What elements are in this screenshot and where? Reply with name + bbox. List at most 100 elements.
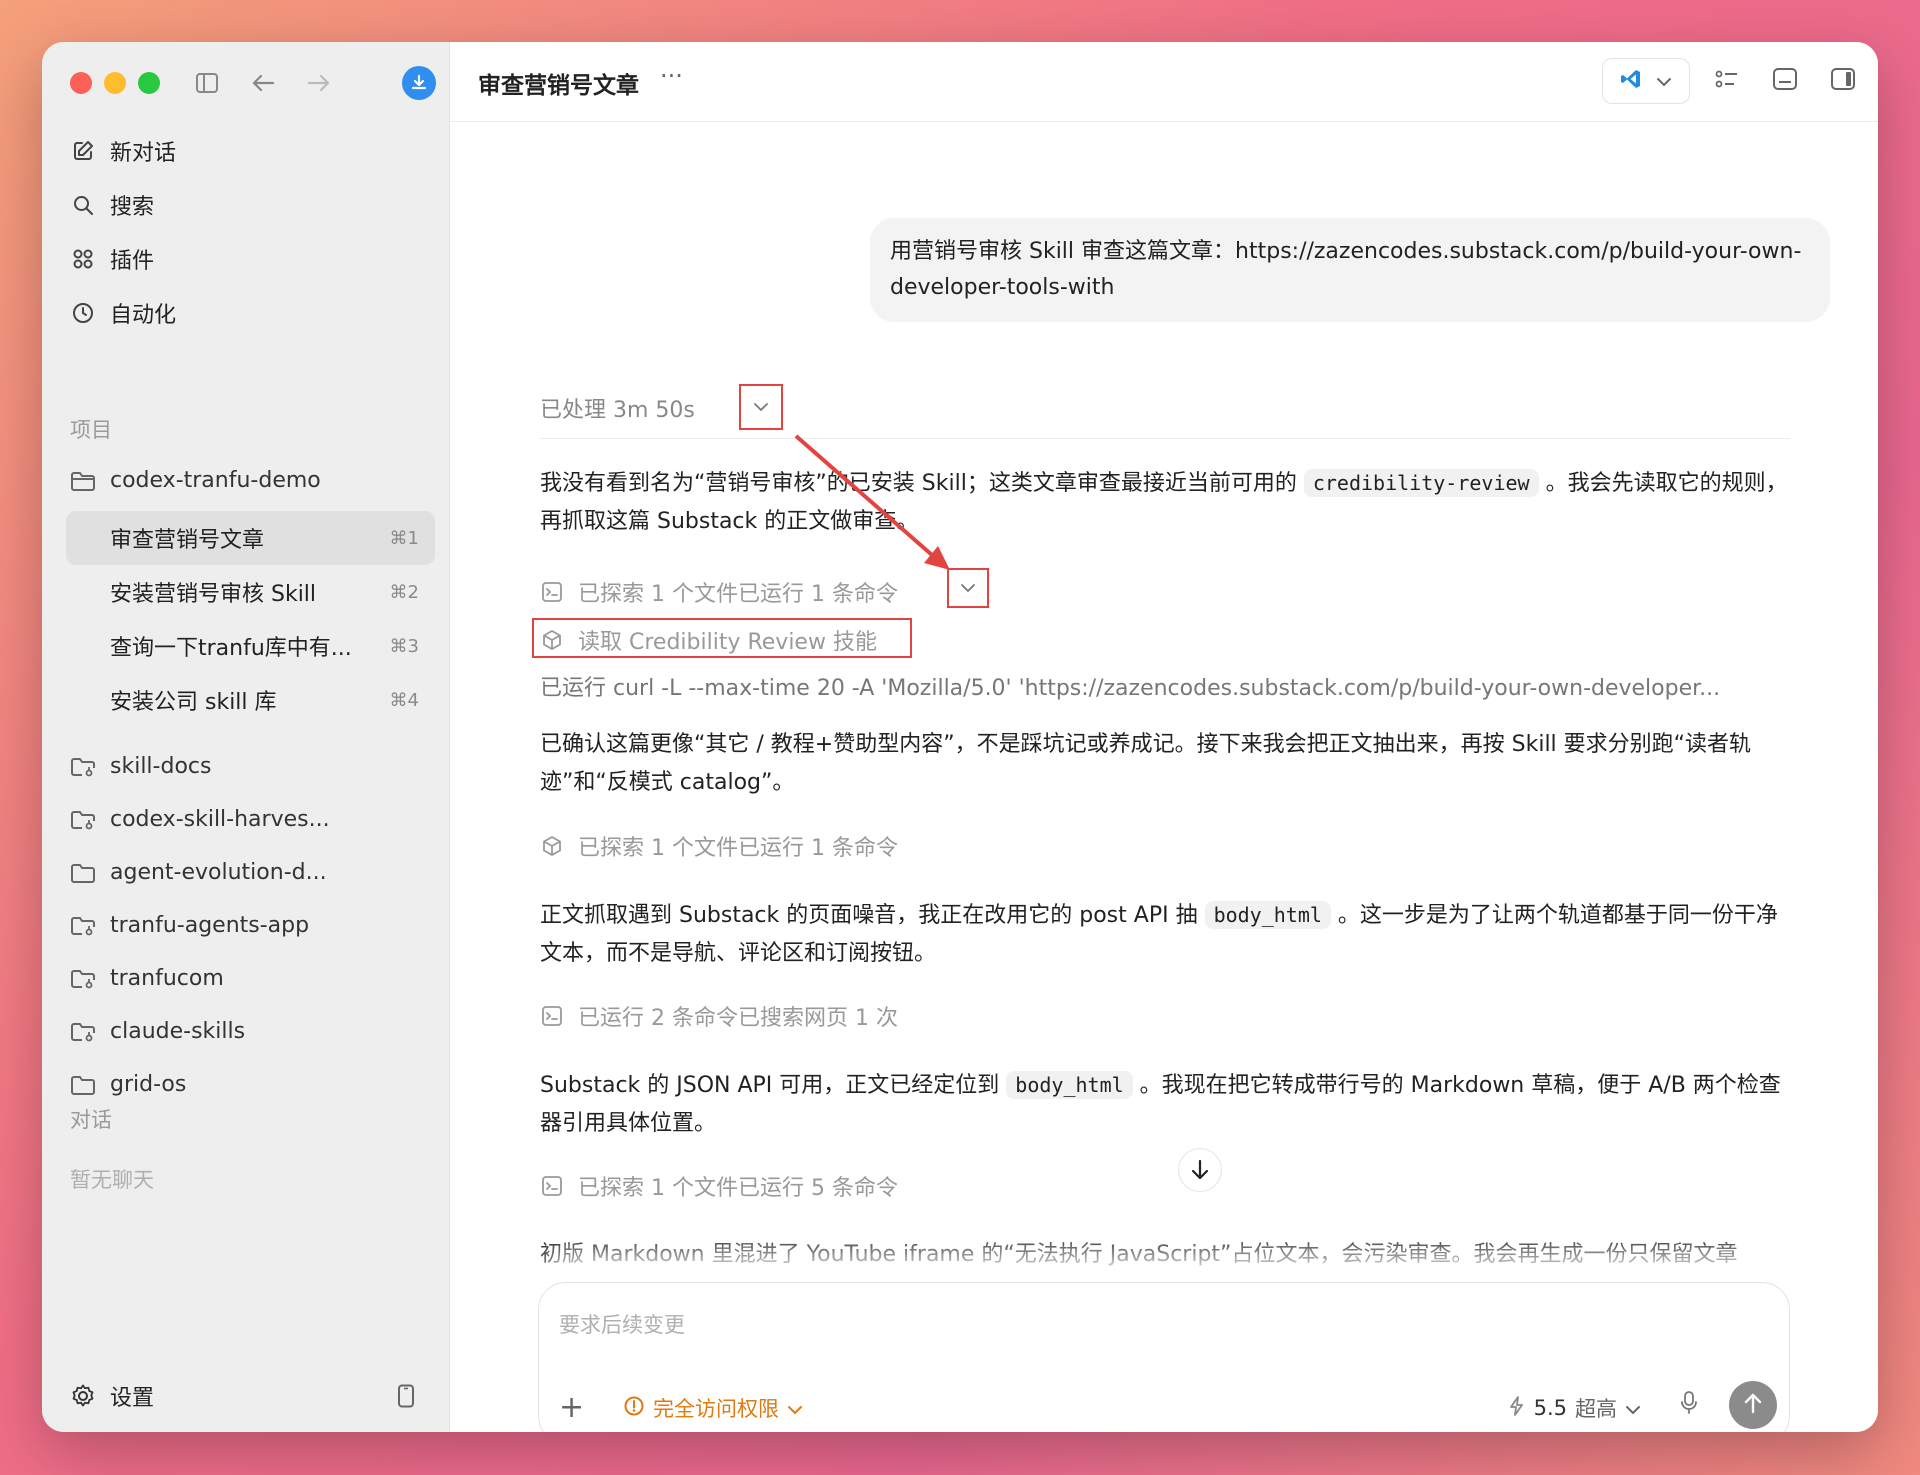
terminal-icon xyxy=(540,1174,564,1198)
conversation-area: 用营销号审核 Skill 审查这篇文章：https://zazencodes.s… xyxy=(450,122,1878,1432)
plugins-label: 插件 xyxy=(110,249,155,274)
user-message: 用营销号审核 Skill 审查这篇文章：https://zazencodes.s… xyxy=(870,218,1830,322)
step-summary-2[interactable]: 已探索 1 个文件已运行 1 条命令 xyxy=(540,830,898,862)
chat-item-4[interactable]: 安装公司 skill 库 ⌘4 xyxy=(66,673,435,727)
chat-item-3[interactable]: 查询一下tranfu库中有... ⌘3 xyxy=(66,619,435,673)
chevron-down-icon xyxy=(1625,1396,1641,1420)
project-tranfu-agents-app[interactable]: tranfu-agents-app xyxy=(66,899,435,952)
automation-item[interactable]: 自动化 xyxy=(66,286,435,340)
chat-shortcut: ⌘1 xyxy=(389,527,419,549)
composer-input[interactable]: 要求后续变更 xyxy=(559,1309,685,1339)
step-summary-4[interactable]: 已探索 1 个文件已运行 5 条命令 xyxy=(540,1170,898,1202)
folder-git-icon xyxy=(70,807,96,833)
no-chats-label: 暂无聊天 xyxy=(70,1168,154,1192)
project-tranfucom[interactable]: tranfucom xyxy=(66,952,435,1005)
app-window: 新对话 搜索 插件 自动化 项目 codex-tranfu-demo 审查营销号… xyxy=(42,42,1878,1432)
chat-item-label: 查询一下tranfu库中有... xyxy=(110,636,352,661)
project-label: skill-docs xyxy=(110,754,212,779)
main-panel: 审查营销号文章 ··· 用营销号审核 Skill 审查这篇文章：https://… xyxy=(450,42,1878,1432)
model-selector[interactable]: 5.5 超高 xyxy=(1508,1393,1641,1423)
project-codex-tranfu-demo[interactable]: codex-tranfu-demo xyxy=(66,454,435,507)
scroll-to-bottom-button[interactable] xyxy=(1178,1148,1222,1192)
project-label: grid-os xyxy=(110,1072,187,1097)
project-agent-evolution[interactable]: agent-evolution-d... xyxy=(66,846,435,899)
plugins-item[interactable]: 插件 xyxy=(66,232,435,286)
zoom-window-button[interactable] xyxy=(138,72,160,94)
inline-code: credibility-review xyxy=(1303,469,1539,497)
phone-icon[interactable] xyxy=(391,1381,421,1411)
assistant-paragraph-5: 初版 Markdown 里混进了 YouTube iframe 的“无法执行 J… xyxy=(540,1242,1738,1267)
back-arrow-icon[interactable] xyxy=(248,68,278,98)
chat-item-1[interactable]: 审查营销号文章 ⌘1 xyxy=(66,511,435,565)
minimize-window-button[interactable] xyxy=(104,72,126,94)
permission-label: 完全访问权限 xyxy=(653,1397,779,1421)
chat-item-label: 安装营销号审核 Skill xyxy=(110,582,317,607)
folder-icon xyxy=(70,860,96,886)
step-summary-3[interactable]: 已运行 2 条命令已搜索网页 1 次 xyxy=(540,1000,898,1032)
terminal-icon xyxy=(540,1004,564,1028)
chevron-down-icon xyxy=(787,1396,803,1420)
edit-icon xyxy=(70,138,96,164)
project-label: tranfucom xyxy=(110,966,224,991)
warning-icon xyxy=(623,1395,645,1422)
folder-icon xyxy=(70,1072,96,1098)
sidebar-footer: 设置 xyxy=(70,1380,421,1412)
assistant-paragraph-4: Substack 的 JSON API 可用，正文已经定位到 body_html… xyxy=(540,1066,1790,1143)
paragraph-text: 我没有看到名为“营销号审核”的已安装 Skill；这类文章审查最接近当前可用的 xyxy=(540,471,1304,496)
chat-shortcut: ⌘3 xyxy=(389,635,419,657)
bottom-panel-icon[interactable] xyxy=(1770,64,1800,94)
window-controls xyxy=(70,72,160,94)
divider xyxy=(540,438,1790,439)
command-line[interactable]: 已运行 curl -L --max-time 20 -A 'Mozilla/5.… xyxy=(540,670,1720,702)
expand-step-button[interactable] xyxy=(947,568,989,608)
chat-item-2[interactable]: 安装营销号审核 Skill ⌘2 xyxy=(66,565,435,619)
other-projects-list: skill-docs codex-skill-harves... agent-e… xyxy=(66,740,435,1111)
add-attachment-button[interactable]: + xyxy=(559,1393,584,1423)
project-codex-skill-harves[interactable]: codex-skill-harves... xyxy=(66,793,435,846)
automation-label: 自动化 xyxy=(110,303,177,328)
page-title: 审查营销号文章 xyxy=(478,73,639,99)
project-label: codex-skill-harves... xyxy=(110,807,330,832)
settings-button[interactable]: 设置 xyxy=(70,1380,154,1412)
top-bar: 审查营销号文章 ··· xyxy=(450,42,1878,122)
search-item[interactable]: 搜索 xyxy=(66,178,435,232)
sidebar-toggle-icon[interactable] xyxy=(192,68,222,98)
new-chat-item[interactable]: 新对话 xyxy=(66,124,435,178)
paragraph-text: 正文抓取遇到 Substack 的页面噪音，我正在改用它的 post API 抽 xyxy=(540,903,1205,928)
permission-selector[interactable]: 完全访问权限 xyxy=(623,1393,803,1423)
forward-arrow-icon[interactable] xyxy=(304,68,334,98)
checklist-icon[interactable] xyxy=(1712,64,1742,94)
vscode-icon xyxy=(1620,68,1642,94)
project-label: tranfu-agents-app xyxy=(110,913,310,938)
assistant-paragraph-2: 已确认这篇更像“其它 / 教程+赞助型内容”，不是踩坑记或养成记。接下来我会把正… xyxy=(540,732,1752,795)
project-label: codex-tranfu-demo xyxy=(110,468,321,493)
step-summary-1[interactable]: 已探索 1 个文件已运行 1 条命令 xyxy=(540,576,898,608)
search-label: 搜索 xyxy=(110,195,155,220)
lightning-icon xyxy=(1508,1395,1526,1422)
clock-icon xyxy=(70,300,96,326)
download-icon[interactable] xyxy=(402,66,436,100)
project-list: codex-tranfu-demo 审查营销号文章 ⌘1 安装营销号审核 Ski… xyxy=(66,454,435,727)
project-claude-skills[interactable]: claude-skills xyxy=(66,1005,435,1058)
chevron-down-icon xyxy=(1656,72,1672,91)
project-grid-os[interactable]: grid-os xyxy=(66,1058,435,1111)
microphone-icon[interactable] xyxy=(1679,1389,1699,1421)
right-panel-icon[interactable] xyxy=(1828,64,1858,94)
open-in-vscode-button[interactable] xyxy=(1602,58,1690,104)
chat-item-label: 安装公司 skill 库 xyxy=(110,690,277,715)
close-window-button[interactable] xyxy=(70,72,92,94)
expand-processed-button[interactable] xyxy=(739,384,783,430)
folder-open-icon xyxy=(70,468,96,494)
inline-code: body_html xyxy=(1006,1071,1133,1099)
effort-label: 超高 xyxy=(1575,1397,1617,1421)
projects-section-label: 项目 xyxy=(70,418,112,442)
project-label: claude-skills xyxy=(110,1019,246,1044)
assistant-paragraph-3: 正文抓取遇到 Substack 的页面噪音，我正在改用它的 post API 抽… xyxy=(540,896,1790,973)
new-chat-label: 新对话 xyxy=(110,141,177,166)
chat-item-label: 审查营销号文章 xyxy=(110,528,265,553)
top-bar-actions xyxy=(1712,64,1858,94)
more-options-button[interactable]: ··· xyxy=(660,62,683,90)
sidebar-nav: 新对话 搜索 插件 自动化 xyxy=(66,124,435,340)
send-button[interactable] xyxy=(1729,1381,1777,1429)
project-skill-docs[interactable]: skill-docs xyxy=(66,740,435,793)
